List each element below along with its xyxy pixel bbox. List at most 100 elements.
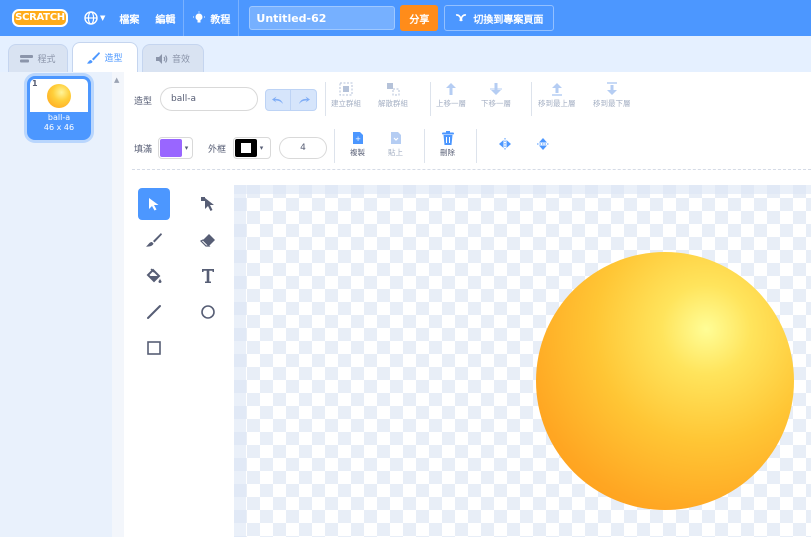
tutorials-menu[interactable]: 教程 <box>184 0 238 36</box>
fill-swatch <box>160 139 182 157</box>
paint-bucket-icon <box>146 268 162 283</box>
back-label: 移到最下層 <box>593 99 631 108</box>
paste-label: 貼上 <box>388 148 403 157</box>
toolbar-divider <box>531 82 532 116</box>
front-icon <box>550 82 564 96</box>
scroll-up-icon[interactable]: ▲ <box>114 76 119 84</box>
ball-costume-shape[interactable] <box>536 252 794 510</box>
circle-icon <box>201 305 215 319</box>
logo-text: SCRATCH <box>12 9 68 27</box>
costume-tile-name: ball-a <box>47 113 71 122</box>
copy-button[interactable]: + 複製 <box>350 131 365 158</box>
drawing-canvas[interactable] <box>234 185 811 537</box>
redo-button[interactable] <box>291 89 317 111</box>
costume-thumbnail: 1 <box>30 79 88 112</box>
toolbar-divider <box>476 129 477 163</box>
stroke-width-input[interactable]: 4 <box>279 137 327 159</box>
see-project-page-button[interactable]: 切換到專案頁面 <box>444 5 555 31</box>
flip-horizontal-button[interactable] <box>498 137 512 151</box>
ungroup-label: 解散群組 <box>378 99 408 108</box>
flip-vertical-button[interactable] <box>536 137 550 151</box>
menu-divider <box>238 0 240 36</box>
delete-button[interactable]: 刪除 <box>440 131 455 158</box>
fill-tool[interactable] <box>138 260 170 292</box>
forward-label: 上移一層 <box>436 99 466 108</box>
paste-button[interactable]: 貼上 <box>388 131 403 158</box>
eraser-tool[interactable] <box>192 224 224 256</box>
line-icon <box>147 305 161 319</box>
outline-label: 外框 <box>208 145 227 155</box>
editor-tabs: 程式 造型 音效 <box>0 36 811 72</box>
redo-icon <box>298 96 310 104</box>
svg-text:+: + <box>355 135 361 143</box>
tab-costumes-label: 造型 <box>104 54 123 64</box>
brush-icon <box>146 233 162 247</box>
caret-down-icon: ▼ <box>100 14 106 22</box>
share-button[interactable]: 分享 <box>400 5 439 31</box>
copy-icon: + <box>351 131 365 145</box>
caret-down-icon: ▾ <box>259 144 264 152</box>
tab-sounds[interactable]: 音效 <box>142 44 204 72</box>
backward-icon <box>489 82 503 96</box>
tutorials-label: 教程 <box>210 14 231 26</box>
costume-list: ▲ 1 ball-a 46 x 46 <box>0 72 124 537</box>
forward-icon <box>444 82 458 96</box>
caret-down-icon: ▾ <box>184 144 189 152</box>
reshape-icon <box>201 197 214 211</box>
toolbar-divider <box>430 82 431 116</box>
flip-vertical-icon <box>536 137 550 151</box>
language-menu[interactable]: ▼ <box>84 0 105 36</box>
undo-redo-group <box>265 89 317 111</box>
trash-icon <box>441 131 455 145</box>
see-project-page-label: 切換到專案頁面 <box>473 14 544 26</box>
paste-icon <box>389 131 403 145</box>
tab-costumes[interactable]: 造型 <box>72 42 138 72</box>
project-title-input[interactable]: Untitled-62 <box>249 6 396 30</box>
fill-color-picker[interactable]: ▾ <box>158 137 193 159</box>
costume-tile-size: 46 x 46 <box>43 123 75 132</box>
costume-tile[interactable]: 1 ball-a 46 x 46 <box>27 76 91 140</box>
fill-label: 填滿 <box>134 145 153 155</box>
paintbrush-icon <box>87 51 101 64</box>
line-tool[interactable] <box>138 296 170 328</box>
file-menu[interactable]: 檔案 <box>111 0 147 36</box>
brush-tool[interactable] <box>138 224 170 256</box>
text-icon <box>202 269 214 283</box>
toolbar-row-1: 造型 ball-a 建立群組 解散群組 上移一層 下移一層 移到最上層 移到最下… <box>124 72 811 127</box>
costume-name-input[interactable]: ball-a <box>160 87 258 111</box>
arrow-pointer-icon <box>149 198 159 211</box>
globe-icon <box>84 11 98 25</box>
costume-list-scrollbar[interactable] <box>112 72 124 537</box>
group-label: 建立群組 <box>331 99 361 108</box>
speaker-icon <box>155 53 168 64</box>
undo-button[interactable] <box>265 89 291 111</box>
toolbar-divider <box>325 82 326 116</box>
select-tool[interactable] <box>138 188 170 220</box>
ungroup-button[interactable]: 解散群組 <box>378 82 408 109</box>
rectangle-icon <box>147 341 161 355</box>
delete-label: 刪除 <box>440 148 455 157</box>
circle-tool[interactable] <box>192 296 224 328</box>
group-button[interactable]: 建立群組 <box>331 82 361 109</box>
reshape-tool[interactable] <box>192 188 224 220</box>
paint-editor: 造型 ball-a 建立群組 解散群組 上移一層 下移一層 移到最上層 移到最下… <box>124 72 811 537</box>
tab-sounds-label: 音效 <box>171 55 190 65</box>
edit-menu[interactable]: 編輯 <box>147 0 183 36</box>
tab-code[interactable]: 程式 <box>8 44 68 72</box>
lightbulb-icon <box>193 11 206 23</box>
front-button[interactable]: 移到最上層 <box>538 82 576 109</box>
outline-swatch <box>235 139 257 157</box>
outline-color-picker[interactable]: ▾ <box>233 137 271 159</box>
forward-button[interactable]: 上移一層 <box>436 82 466 109</box>
ball-thumbnail-image <box>47 84 71 108</box>
see-project-page-icon <box>456 14 467 22</box>
rectangle-tool[interactable] <box>138 332 170 364</box>
backward-label: 下移一層 <box>481 99 511 108</box>
backward-button[interactable]: 下移一層 <box>481 82 511 109</box>
toolbar-divider <box>334 129 335 163</box>
text-tool[interactable] <box>192 260 224 292</box>
canvas-margin-left <box>234 185 246 537</box>
scratch-logo[interactable]: SCRATCH <box>12 7 68 29</box>
back-button[interactable]: 移到最下層 <box>593 82 631 109</box>
costume-name-label: 造型 <box>134 97 153 107</box>
